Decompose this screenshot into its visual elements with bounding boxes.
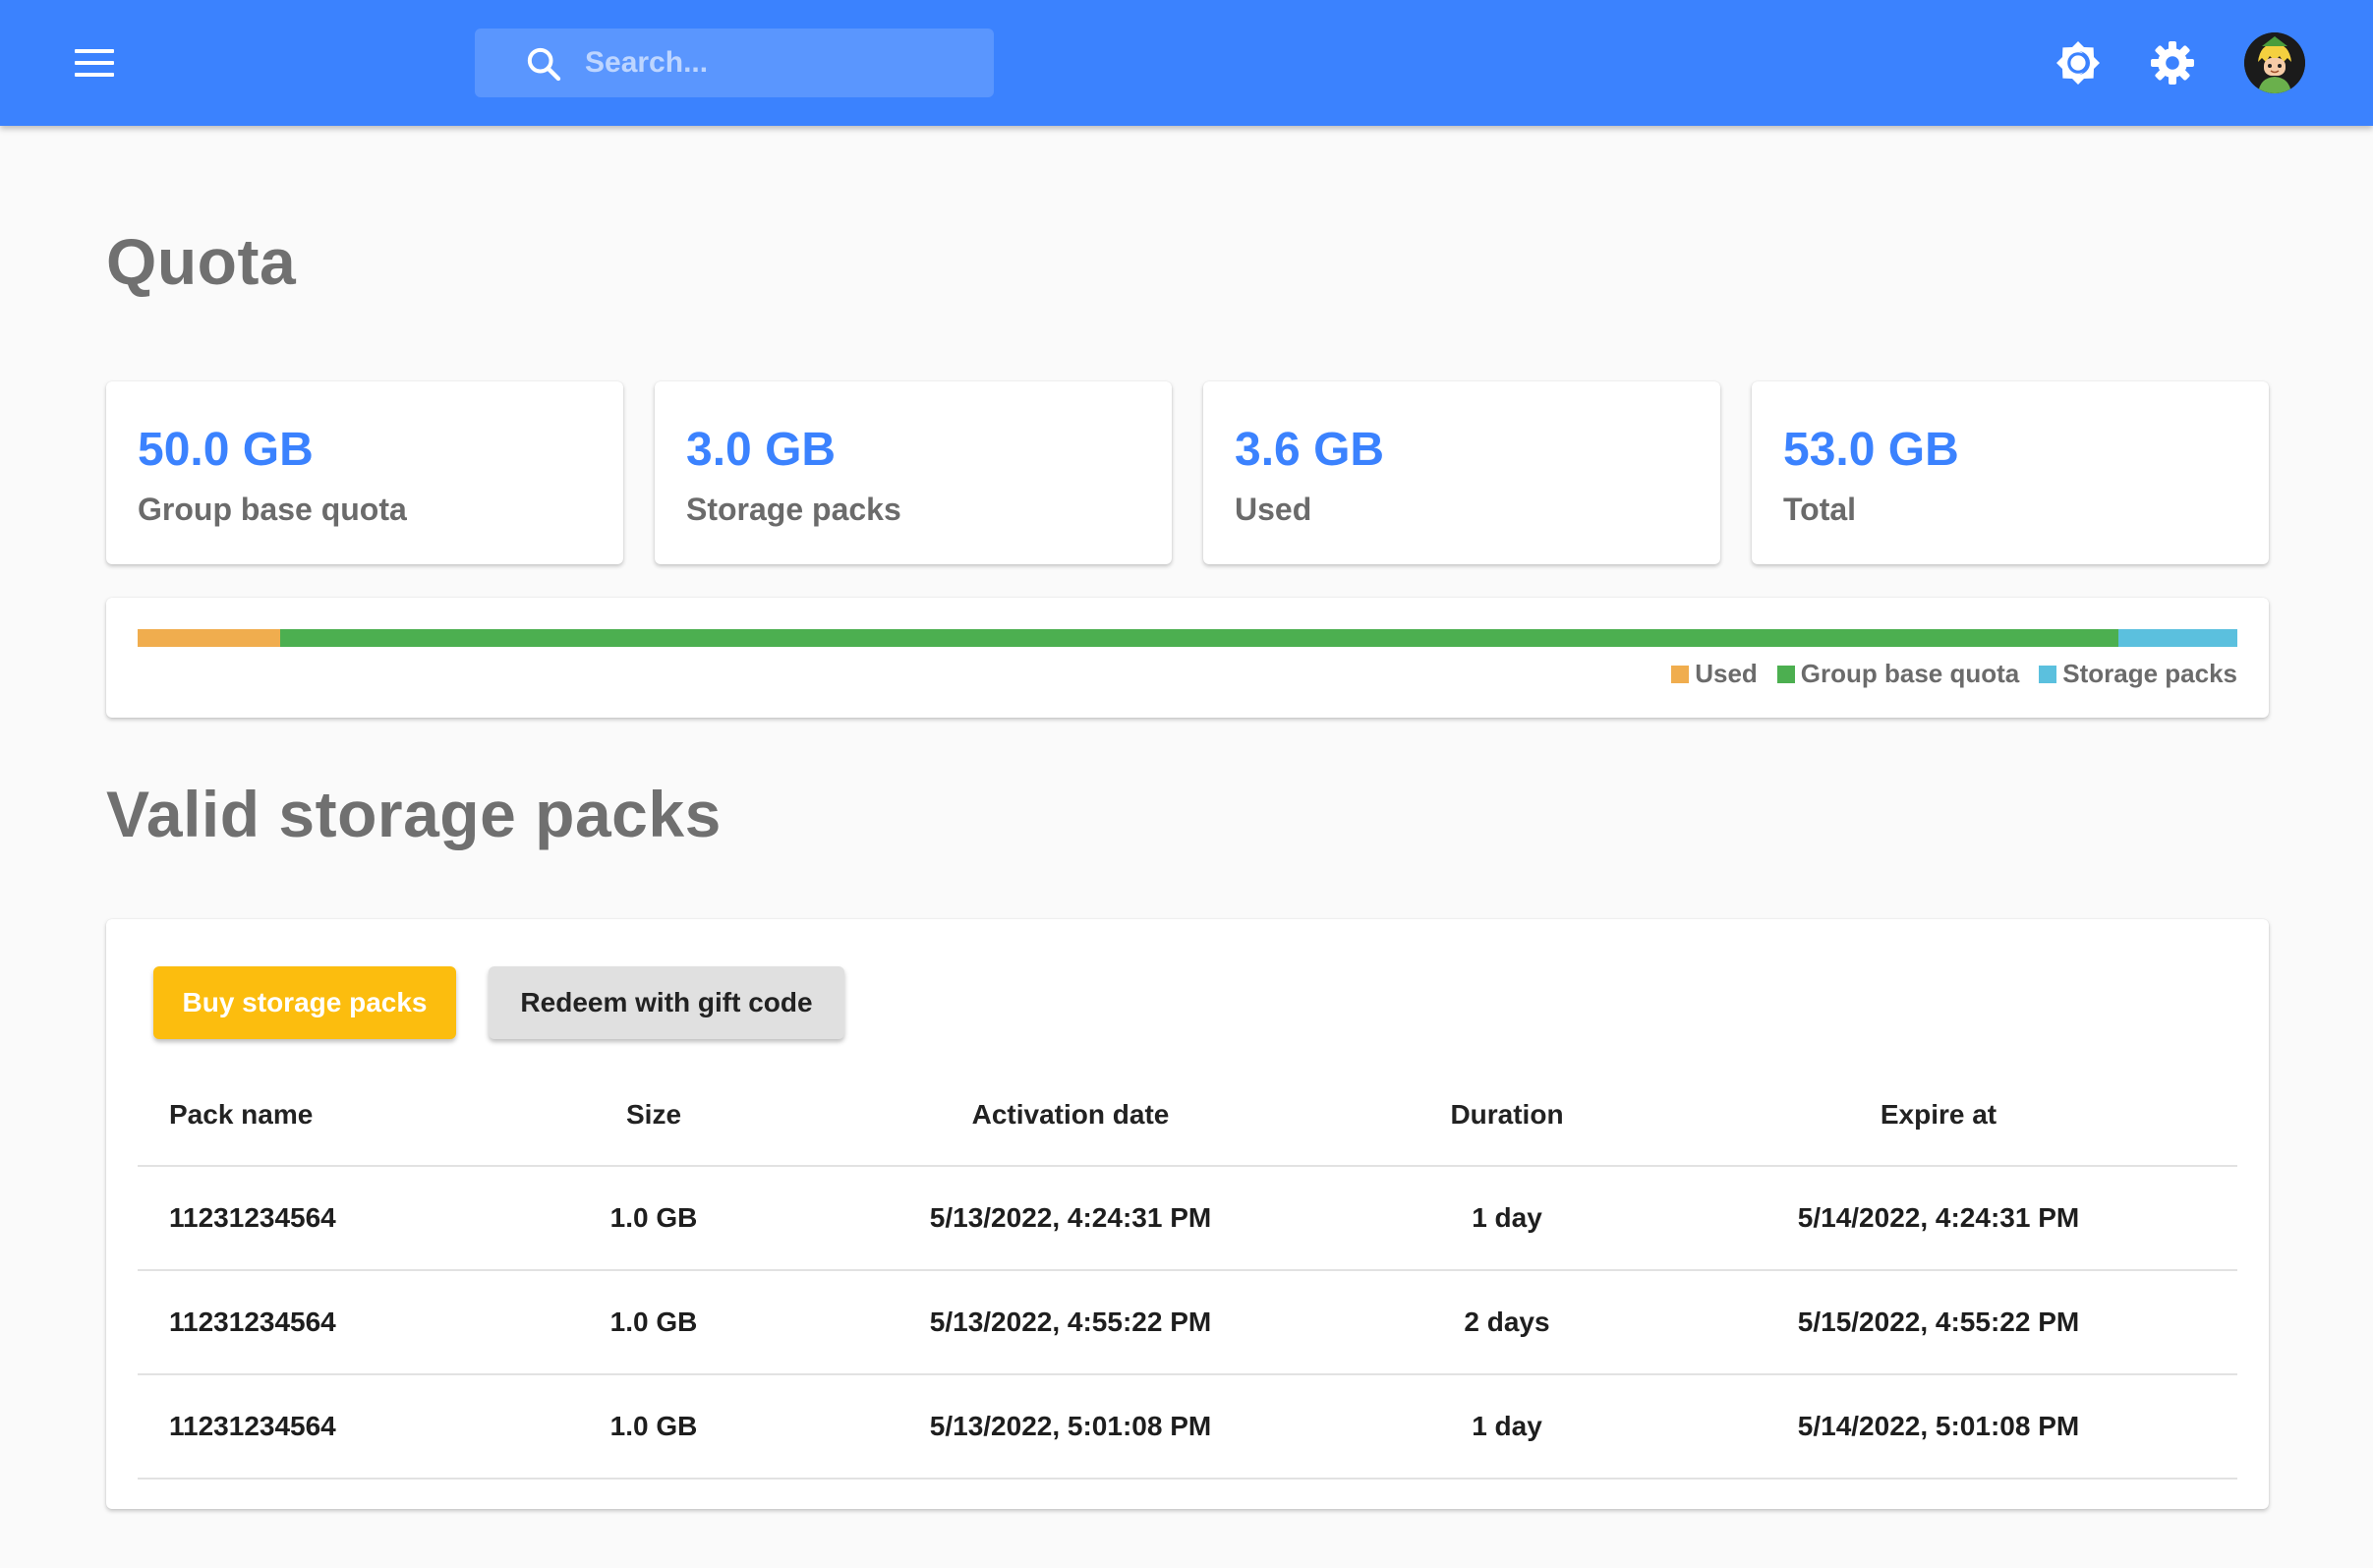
cell-size: 1.0 GB — [609, 1307, 698, 1337]
search-box[interactable] — [475, 29, 994, 97]
legend-label: Used — [1695, 659, 1758, 688]
cell-size: 1.0 GB — [609, 1202, 698, 1233]
column-header-duration[interactable]: Duration — [1374, 1099, 1640, 1131]
search-icon — [527, 47, 561, 82]
stat-card-total: 53.0 GB Total — [1752, 381, 2269, 564]
cell-pack-name: 11231234564 — [169, 1202, 336, 1233]
avatar[interactable] — [2244, 32, 2305, 93]
cell-duration: 1 day — [1472, 1202, 1542, 1233]
cell-expire-at: 5/14/2022, 4:24:31 PM — [1797, 1202, 2080, 1233]
usage-legend: Used Group base quota Storage packs — [1671, 659, 2237, 689]
legend-item-group-base-quota: Group base quota — [1776, 659, 2020, 689]
menu-icon[interactable] — [71, 43, 118, 83]
cell-activation-date: 5/13/2022, 4:55:22 PM — [929, 1307, 1212, 1337]
stat-label: Storage packs — [686, 492, 901, 527]
column-header-activation-date[interactable]: Activation date — [767, 1099, 1374, 1131]
usage-bar — [138, 629, 2237, 647]
legend-swatch — [1671, 665, 1690, 683]
cell-activation-date: 5/13/2022, 4:24:31 PM — [929, 1202, 1212, 1233]
packs-card: Buy storage packs Redeem with gift code … — [106, 919, 2269, 1509]
cell-size: 1.0 GB — [609, 1411, 698, 1441]
quota-title: Quota — [106, 225, 297, 298]
cell-duration: 1 day — [1472, 1411, 1542, 1441]
brightness-icon[interactable] — [2055, 39, 2102, 87]
cell-pack-name: 11231234564 — [169, 1411, 336, 1441]
stat-card-storage-packs: 3.0 GB Storage packs — [655, 381, 1172, 564]
table-row: 11231234564 1.0 GB 5/13/2022, 4:55:22 PM… — [138, 1271, 2237, 1375]
redeem-gift-code-button[interactable]: Redeem with gift code — [489, 966, 844, 1039]
stat-value: 53.0 GB — [1783, 424, 1959, 476]
legend-item-storage-packs: Storage packs — [2039, 659, 2237, 689]
legend-swatch — [2039, 665, 2057, 683]
table-row: 11231234564 1.0 GB 5/13/2022, 4:24:31 PM… — [138, 1167, 2237, 1271]
stat-value: 3.6 GB — [1235, 424, 1385, 476]
packs-table: Pack name Size Activation date Duration … — [138, 1065, 2237, 1480]
cell-pack-name: 11231234564 — [169, 1307, 336, 1337]
cell-expire-at: 5/15/2022, 4:55:22 PM — [1797, 1307, 2080, 1337]
app-bar — [0, 0, 2373, 126]
cell-expire-at: 5/14/2022, 5:01:08 PM — [1797, 1411, 2080, 1441]
stat-card-used: 3.6 GB Used — [1203, 381, 1720, 564]
legend-swatch — [1776, 665, 1795, 683]
search-input[interactable] — [585, 29, 978, 97]
column-header-pack-name[interactable]: Pack name — [138, 1099, 541, 1131]
column-header-size[interactable]: Size — [541, 1099, 767, 1131]
table-row: 11231234564 1.0 GB 5/13/2022, 5:01:08 PM… — [138, 1375, 2237, 1480]
usage-bar-used — [138, 629, 281, 647]
stat-label: Total — [1783, 492, 1857, 527]
usage-bar-storage-packs — [2118, 629, 2237, 647]
table-header-row: Pack name Size Activation date Duration … — [138, 1065, 2237, 1167]
stat-label: Used — [1235, 492, 1312, 527]
legend-item-used: Used — [1671, 659, 1758, 689]
legend-label: Group base quota — [1800, 659, 2020, 688]
stat-value: 50.0 GB — [138, 424, 314, 476]
usage-bar-card: Used Group base quota Storage packs — [106, 598, 2269, 718]
cell-duration: 2 days — [1464, 1307, 1550, 1337]
packs-title: Valid storage packs — [106, 778, 722, 850]
stat-label: Group base quota — [138, 492, 407, 527]
stat-value: 3.0 GB — [686, 424, 837, 476]
buy-storage-packs-button[interactable]: Buy storage packs — [153, 966, 456, 1039]
column-header-expire-at[interactable]: Expire at — [1640, 1099, 2237, 1131]
legend-label: Storage packs — [2062, 659, 2237, 688]
usage-bar-group-base-quota — [280, 629, 2119, 647]
stat-card-base-quota: 50.0 GB Group base quota — [106, 381, 623, 564]
cell-activation-date: 5/13/2022, 5:01:08 PM — [929, 1411, 1212, 1441]
gear-icon[interactable] — [2149, 39, 2196, 87]
